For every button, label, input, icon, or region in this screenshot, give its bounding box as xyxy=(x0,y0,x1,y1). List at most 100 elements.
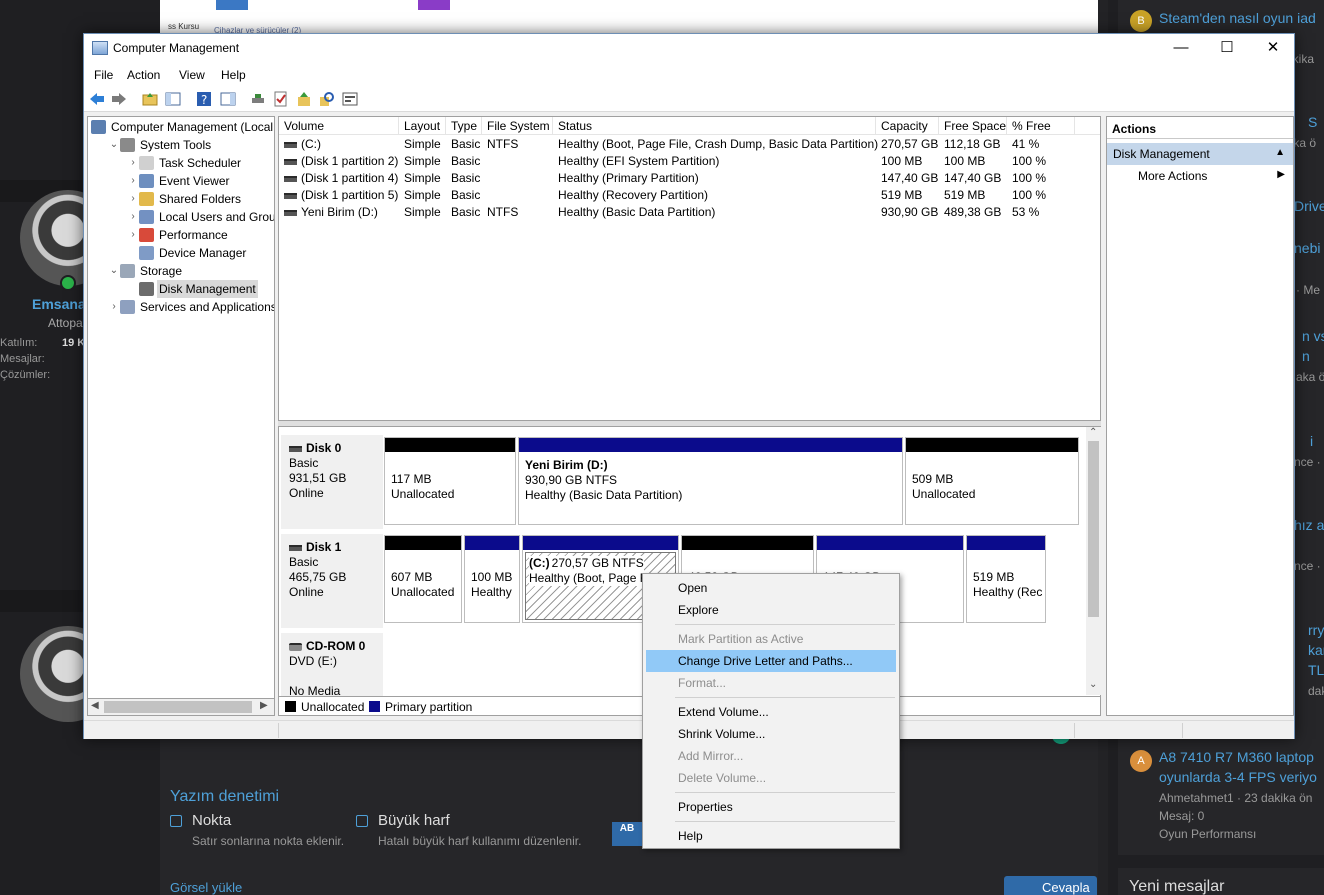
menu-item-shrink-volume[interactable]: Shrink Volume... xyxy=(646,723,896,745)
check-icon[interactable] xyxy=(273,91,289,107)
column-header-free-space[interactable]: Free Space xyxy=(939,117,1007,135)
tree-item[interactable]: › Event Viewer xyxy=(88,172,274,190)
volume-row[interactable]: (Disk 1 partition 2) Simple Basic Healthy (… xyxy=(279,153,1100,170)
tree-item[interactable]: Device Manager xyxy=(88,244,274,262)
period-checkbox[interactable] xyxy=(170,815,182,827)
capital-label[interactable]: Büyük harf xyxy=(378,812,450,829)
scroll-up-icon[interactable]: ⌃ xyxy=(1089,427,1097,438)
menu-item-change-drive-letter-and-paths[interactable]: Change Drive Letter and Paths... xyxy=(646,650,896,672)
title-bar[interactable]: Computer Management — ☐ ✕ xyxy=(84,34,1294,64)
capital-checkbox[interactable] xyxy=(356,815,368,827)
thread-title[interactable]: A8 7410 R7 M360 laptop xyxy=(1159,749,1314,765)
column-header-capacity[interactable]: Capacity xyxy=(876,117,939,135)
volume-row[interactable]: (C:) Simple Basic NTFS Healthy (Boot, Page F… xyxy=(279,136,1100,153)
tree-item[interactable]: ⌄ System Tools xyxy=(88,136,274,154)
column-header-layout[interactable]: Layout xyxy=(399,117,446,135)
menu-item-explore[interactable]: Explore xyxy=(646,599,896,621)
expand-icon[interactable]: › xyxy=(128,226,138,244)
volume-row[interactable]: (Disk 1 partition 5) Simple Basic Healthy (… xyxy=(279,187,1100,204)
show-hide-console-tree-icon[interactable] xyxy=(165,91,181,107)
menu-item-properties[interactable]: Properties xyxy=(646,796,896,818)
disk-0-label[interactable]: Disk 0 Basic 931,51 GB Online xyxy=(281,435,383,529)
tree-item[interactable]: Computer Management (Local xyxy=(88,118,274,136)
more-actions-item[interactable]: More Actions xyxy=(1138,169,1207,183)
scroll-left-icon[interactable]: ◀ xyxy=(91,700,99,711)
volume-row[interactable]: (Disk 1 partition 4) Simple Basic Healthy (… xyxy=(279,170,1100,187)
scroll-thumb[interactable] xyxy=(1088,441,1099,617)
expand-icon[interactable]: › xyxy=(109,298,119,316)
forward-icon[interactable] xyxy=(111,91,127,107)
menu-view[interactable]: View xyxy=(179,68,205,82)
menu-help[interactable]: Help xyxy=(221,68,246,82)
column-header-volume[interactable]: Volume xyxy=(279,117,399,135)
menu-item-help[interactable]: Help xyxy=(646,825,896,847)
thread-link[interactable]: Steam'den nasıl oyun iad xyxy=(1159,10,1316,26)
collapse-icon[interactable]: ▲ xyxy=(1275,147,1285,158)
tree-item-label: Disk Management xyxy=(157,280,258,298)
up-folder-icon[interactable] xyxy=(142,91,158,107)
disk-1-label[interactable]: Disk 1 Basic 465,75 GB Online xyxy=(281,534,383,628)
column-header-file-system[interactable]: File System xyxy=(482,117,553,135)
show-hide-action-pane-icon[interactable] xyxy=(220,91,236,107)
period-label[interactable]: Nokta xyxy=(192,812,231,829)
text-fragment[interactable]: i xyxy=(1310,433,1313,449)
expand-icon[interactable]: › xyxy=(128,154,138,172)
menu-item-open[interactable]: Open xyxy=(646,577,896,599)
expand-icon[interactable]: ⌄ xyxy=(109,262,119,280)
text-fragment[interactable]: nebi xyxy=(1294,240,1320,256)
menu-action[interactable]: Action xyxy=(127,68,160,82)
tree-item[interactable]: › Performance xyxy=(88,226,274,244)
text-fragment[interactable]: hız ağ xyxy=(1294,517,1324,533)
expand-icon[interactable]: › xyxy=(128,208,138,226)
properties-icon[interactable] xyxy=(342,91,358,107)
thread-forum[interactable]: Oyun Performansı xyxy=(1159,827,1256,841)
menu-file[interactable]: File xyxy=(94,68,113,82)
minimize-button[interactable]: — xyxy=(1158,34,1204,64)
menu-item-extend-volume[interactable]: Extend Volume... xyxy=(646,701,896,723)
partition[interactable]: 509 MB Unallocated xyxy=(905,437,1079,525)
scroll-right-icon[interactable]: ▶ xyxy=(260,700,268,711)
text-fragment[interactable]: n xyxy=(1302,348,1310,364)
tree-item[interactable]: › Services and Applications xyxy=(88,298,274,316)
spellcheck-icon[interactable]: AB xyxy=(612,822,642,846)
expand-icon[interactable]: ⌄ xyxy=(109,136,119,154)
back-icon[interactable] xyxy=(89,91,105,107)
tree-item[interactable]: › Task Scheduler xyxy=(88,154,274,172)
text-fragment[interactable]: kanik xyxy=(1308,642,1324,658)
tree-item[interactable]: › Shared Folders xyxy=(88,190,274,208)
scroll-down-icon[interactable]: ⌄ xyxy=(1089,679,1097,690)
maximize-button[interactable]: ☐ xyxy=(1204,34,1250,64)
column-header-percent-free[interactable]: % Free xyxy=(1007,117,1075,135)
connect-icon[interactable] xyxy=(250,91,266,107)
search-icon[interactable] xyxy=(319,91,335,107)
text-fragment[interactable]: Drive xyxy=(1294,198,1324,214)
column-header-type[interactable]: Type xyxy=(446,117,482,135)
column-header-status[interactable]: Status xyxy=(553,117,876,135)
help-icon[interactable]: ? xyxy=(196,91,212,107)
disk-map-scrollbar[interactable]: ⌃ ⌄ xyxy=(1086,427,1101,695)
scroll-thumb[interactable] xyxy=(104,701,252,713)
export-icon[interactable] xyxy=(296,91,312,107)
reply-button[interactable]: Cevapla xyxy=(1004,876,1097,895)
tree-item[interactable]: › Local Users and Groups xyxy=(88,208,274,226)
expand-icon[interactable]: › xyxy=(128,190,138,208)
tree-item[interactable]: ⌄ Storage xyxy=(88,262,274,280)
expand-icon[interactable]: › xyxy=(128,172,138,190)
upload-image-link[interactable]: Görsel yükle xyxy=(170,880,242,895)
disk-management-action-group[interactable]: Disk Management ▲ xyxy=(1107,143,1293,165)
text-fragment[interactable]: rry M xyxy=(1308,622,1324,638)
tree-horizontal-scrollbar[interactable]: ◀ ▶ xyxy=(87,698,275,716)
partition[interactable]: 519 MB Healthy (Rec xyxy=(966,535,1046,623)
partition[interactable]: 117 MB Unallocated xyxy=(384,437,516,525)
text-fragment[interactable]: S xyxy=(1308,114,1317,130)
partition[interactable]: Yeni Birim (D:) 930,90 GB NTFS Healthy (Ba… xyxy=(518,437,903,525)
volume-row[interactable]: Yeni Birim (D:) Simple Basic NTFS Healthy (B… xyxy=(279,204,1100,221)
partition[interactable]: 607 MB Unallocated xyxy=(384,535,462,623)
thread-title[interactable]: oyunlarda 3-4 FPS veriyo xyxy=(1159,769,1317,785)
tree-item[interactable]: Disk Management xyxy=(88,280,274,298)
text-fragment[interactable]: n vs xyxy=(1302,328,1324,344)
close-button[interactable]: ✕ xyxy=(1250,34,1296,64)
partition[interactable]: 100 MB Healthy xyxy=(464,535,520,623)
text-fragment[interactable]: TL xyxy=(1308,662,1324,678)
user-name[interactable]: Emsana xyxy=(32,296,86,312)
